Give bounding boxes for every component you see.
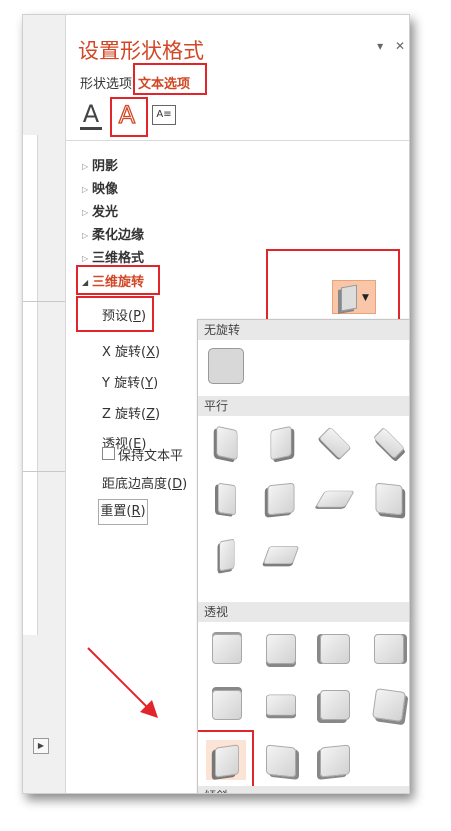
divider xyxy=(66,140,409,141)
expand-arrow-icon: ▷ xyxy=(82,185,89,194)
preset-perspective-11[interactable] xyxy=(314,740,354,780)
preset-perspective-7[interactable] xyxy=(314,684,354,724)
preset-parallel-7[interactable] xyxy=(314,478,355,518)
scroll-right-arrow-icon[interactable]: ▶ xyxy=(33,738,49,754)
app-window: ▶ 设置形状格式 ▾ ✕ 形状选项 文本选项 A A A≡ ▷ 阴影 ▷ 映像 … xyxy=(22,14,410,794)
pane-options-icon[interactable]: ▾ xyxy=(377,39,383,53)
preset-perspective-3[interactable] xyxy=(314,628,354,668)
x-rotation-label: X 旋转(X) xyxy=(102,345,161,360)
preset-perspective-6[interactable] xyxy=(260,684,300,724)
text-box-icon[interactable]: A≡ xyxy=(152,105,176,125)
preset-perspective-10[interactable] xyxy=(260,740,300,780)
format-shape-pane: 设置形状格式 ▾ ✕ 形状选项 文本选项 A A A≡ ▷ 阴影 ▷ 映像 ▷ … xyxy=(66,15,409,793)
gallery-header-no-rotation: 无旋转 xyxy=(198,320,409,340)
preset-parallel-5[interactable] xyxy=(206,478,246,518)
3d-rotation-preview-icon xyxy=(341,284,357,312)
document-area: ▶ xyxy=(23,15,66,793)
preset-parallel-10[interactable] xyxy=(260,534,300,574)
section-soft-edges[interactable]: ▷ 柔化边缘 xyxy=(82,224,144,243)
svg-text:A: A xyxy=(119,101,136,127)
document-page xyxy=(23,135,38,635)
pane-controls: ▾ ✕ xyxy=(369,39,405,53)
gallery-header-parallel: 平行 xyxy=(198,396,409,416)
tab-shape-options[interactable]: 形状选项 xyxy=(80,73,132,92)
collapse-arrow-icon: ◢ xyxy=(82,278,89,287)
preset-perspective-1[interactable] xyxy=(206,628,246,668)
distance-from-ground-label: 距底边高度(D) xyxy=(102,477,188,492)
expand-arrow-icon: ▷ xyxy=(82,231,89,240)
gallery-header-perspective: 透视 xyxy=(198,602,409,622)
close-icon[interactable]: ✕ xyxy=(395,39,405,53)
preset-no-rotation[interactable] xyxy=(206,346,246,386)
section-glow[interactable]: ▷ 发光 xyxy=(82,201,118,220)
section-3d-rotation[interactable]: ◢ 三维旋转 xyxy=(82,271,144,290)
section-reflection[interactable]: ▷ 映像 xyxy=(82,178,118,197)
gallery-header-oblique: 倾斜 xyxy=(198,786,409,793)
keep-text-flat-checkbox[interactable] xyxy=(102,447,115,460)
z-rotation-label: Z 旋转(Z) xyxy=(102,407,161,422)
preset-parallel-6[interactable] xyxy=(260,478,300,518)
y-rotation-label: Y 旋转(Y) xyxy=(102,376,159,391)
preset-parallel-3[interactable] xyxy=(314,422,354,462)
reset-button[interactable]: 重置(R) xyxy=(98,499,148,525)
expand-arrow-icon: ▷ xyxy=(82,254,89,263)
ruler-line xyxy=(23,301,65,302)
preset-parallel-2[interactable] xyxy=(260,422,300,462)
keep-text-flat-label: 保持文本平 xyxy=(118,449,184,464)
preset-parallel-4[interactable] xyxy=(368,422,408,462)
pane-title: 设置形状格式 xyxy=(78,39,204,63)
tab-text-options[interactable]: 文本选项 xyxy=(138,73,190,92)
preset-label: 预设(P) xyxy=(102,309,147,324)
preset-perspective-5[interactable] xyxy=(206,684,246,724)
preset-perspective-8[interactable] xyxy=(368,684,408,724)
preset-perspective-2[interactable] xyxy=(260,628,300,668)
chevron-down-icon: ▼ xyxy=(362,293,369,303)
text-effects-icon[interactable]: A xyxy=(114,100,140,129)
preset-gallery: ▲ 无旋转 平行 透视 xyxy=(197,319,409,793)
preset-parallel-8[interactable] xyxy=(368,478,408,518)
section-3d-format[interactable]: ▷ 三维格式 xyxy=(82,247,144,266)
preset-perspective-4[interactable] xyxy=(368,628,408,668)
ruler-line xyxy=(23,471,65,472)
text-fill-outline-icon[interactable]: A xyxy=(78,101,104,130)
preset-dropdown-button[interactable]: ▼ xyxy=(332,280,376,314)
expand-arrow-icon: ▷ xyxy=(82,162,89,171)
preset-parallel-1[interactable] xyxy=(206,422,246,462)
preset-parallel-9[interactable] xyxy=(206,534,246,574)
expand-arrow-icon: ▷ xyxy=(82,208,89,217)
section-shadow[interactable]: ▷ 阴影 xyxy=(82,155,118,174)
preset-perspective-9-selected[interactable] xyxy=(206,740,246,780)
